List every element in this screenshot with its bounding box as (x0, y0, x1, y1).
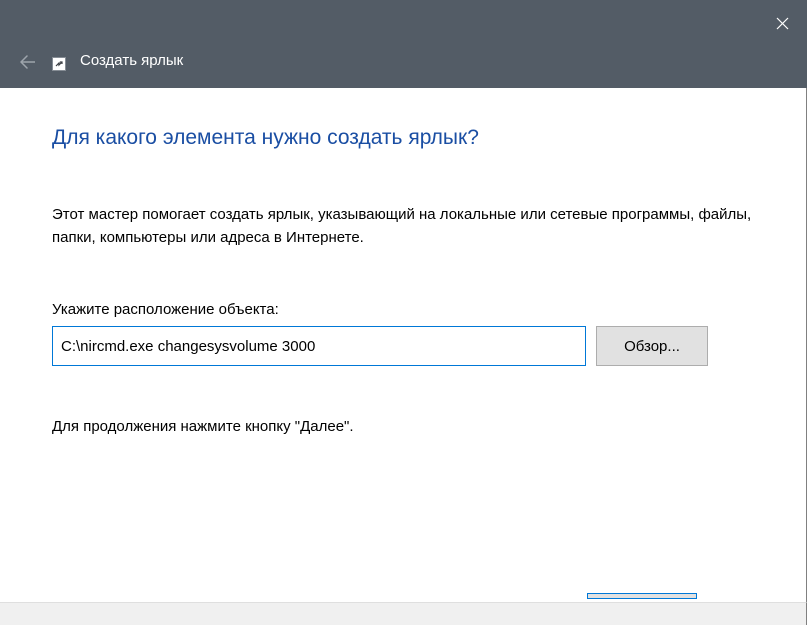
arrow-left-icon (19, 53, 37, 71)
location-input[interactable] (52, 326, 586, 366)
next-button[interactable] (587, 593, 697, 599)
back-button (16, 50, 40, 74)
titlebar: Создать ярлык (0, 0, 807, 88)
close-icon (776, 17, 789, 30)
continue-instruction: Для продолжения нажмите кнопку "Далее". (52, 418, 754, 435)
location-label: Укажите расположение объекта: (52, 301, 754, 318)
shortcut-icon (52, 57, 66, 71)
wizard-footer (0, 602, 807, 625)
wizard-heading: Для какого элемента нужно создать ярлык? (52, 88, 754, 150)
browse-button[interactable]: Обзор... (596, 326, 708, 366)
location-row: Обзор... (52, 326, 754, 366)
window-title: Создать ярлык (80, 52, 183, 69)
close-button[interactable] (767, 8, 797, 38)
wizard-description: Этот мастер помогает создать ярлык, указ… (52, 204, 754, 249)
wizard-content: Для какого элемента нужно создать ярлык?… (0, 88, 807, 602)
